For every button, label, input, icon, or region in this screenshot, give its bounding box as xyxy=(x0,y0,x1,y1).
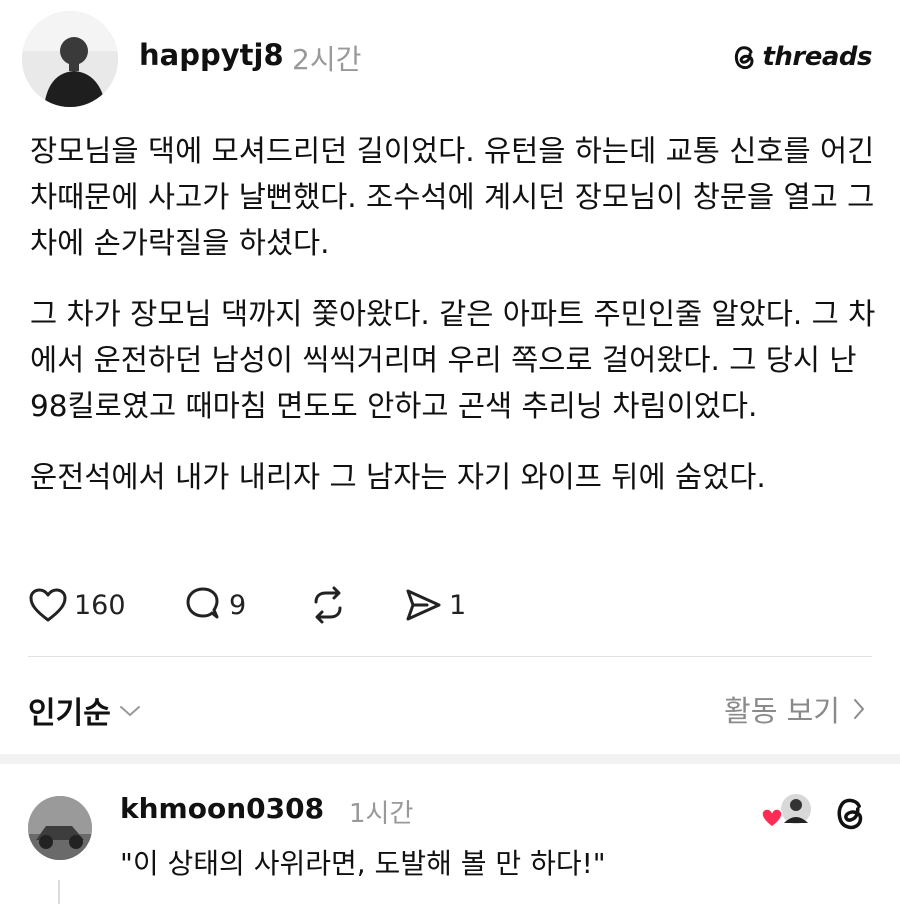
threads-logo-icon xyxy=(735,46,754,70)
reply-button[interactable]: 9 xyxy=(183,582,308,628)
like-count: 160 xyxy=(74,589,126,621)
reply-username[interactable]: khmoon0308 xyxy=(120,792,324,825)
post-timestamp: 2시간 xyxy=(292,43,362,76)
repost-button[interactable] xyxy=(308,582,403,628)
divider xyxy=(28,656,872,657)
reply-avatar[interactable] xyxy=(28,796,92,860)
heart-icon xyxy=(29,588,67,622)
view-activity-link[interactable]: 활동 보기 xyxy=(724,688,870,730)
post-actions: 160 9 1 xyxy=(28,582,466,628)
share-button[interactable]: 1 xyxy=(403,582,466,628)
comment-icon xyxy=(186,587,219,619)
activity-label: 활동 보기 xyxy=(724,694,840,728)
sort-label: 인기순 xyxy=(28,696,111,731)
sort-dropdown[interactable]: 인기순 xyxy=(28,688,143,732)
author-liked-indicator[interactable] xyxy=(760,791,816,831)
post-paragraph: 그 차가 장모님 댁까지 쫓아왔다. 같은 아파트 주민인줄 알았다. 그 차에… xyxy=(30,297,876,423)
threads-logo-icon[interactable] xyxy=(833,794,869,836)
heart-icon xyxy=(761,808,783,828)
post-paragraph: 장모님을 댁에 모셔드리던 길이었다. 유턴을 하는데 교통 신호를 어긴 차때… xyxy=(30,134,875,260)
reply-text: "이 상태의 사위라면, 도발해 볼 만 하다!" xyxy=(120,847,606,880)
reply-timestamp: 1시간 xyxy=(349,799,414,829)
avatar[interactable] xyxy=(22,11,118,107)
chevron-down-icon xyxy=(119,706,140,716)
reply-count: 9 xyxy=(229,589,247,621)
post-body: 장모님을 댁에 모셔드리던 길이었다. 유턴을 하는데 교통 신호를 어긴 차때… xyxy=(30,128,880,525)
like-button[interactable]: 160 xyxy=(28,582,183,628)
repost-icon xyxy=(314,586,342,624)
section-separator xyxy=(0,754,900,764)
send-icon xyxy=(406,589,441,621)
thread-line xyxy=(58,880,60,904)
chevron-right-icon xyxy=(854,699,864,719)
threads-brand[interactable]: threads xyxy=(732,42,872,72)
threads-brand-label: threads xyxy=(762,42,872,72)
post-username[interactable]: happytj8 xyxy=(139,38,284,72)
share-count: 1 xyxy=(449,589,467,621)
post-paragraph: 운전석에서 내가 내리자 그 남자는 자기 와이프 뒤에 숨었다. xyxy=(30,460,766,494)
